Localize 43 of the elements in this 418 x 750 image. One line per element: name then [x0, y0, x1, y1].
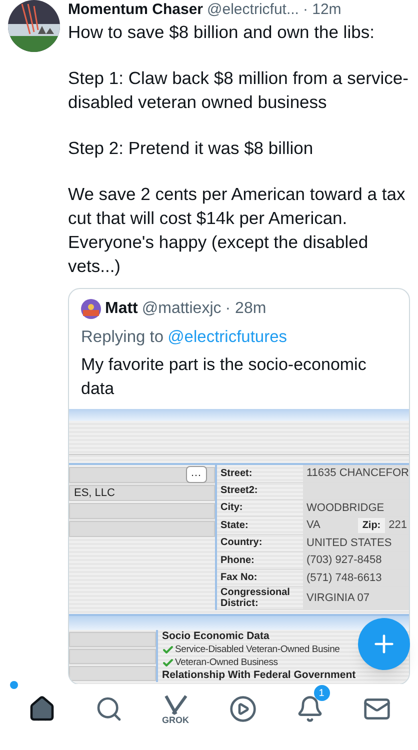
quote-handle: @mattiexjc [142, 299, 222, 319]
replying-label: Replying to [81, 327, 164, 348]
field-value: (571) 748-6613 [306, 570, 383, 586]
field-label: Zip: [358, 518, 385, 533]
field-label: State: [220, 520, 250, 531]
field-value: WOODBRIDGE [306, 500, 386, 516]
field-value: UNITED STATES [306, 536, 393, 550]
field-value: VA [306, 518, 322, 533]
post-text: We save 2 cents per American toward a tax cut that will cost $14k per American. Everyone's happy (except the disabled vets...) [68, 183, 406, 278]
check-icon [162, 644, 174, 656]
field-value: VIRGINIA 07 [306, 590, 370, 606]
field-label: Street2: [220, 485, 259, 496]
quote-text: My favorite part is the socio-economic data [81, 354, 368, 400]
field-value: 11635 CHANCEFOR [306, 466, 409, 481]
post-text: Step 2: Pretend it was $8 billion [68, 137, 314, 160]
nav-tab[interactable]: GROK [152, 685, 200, 733]
checked-item: Service-Disabled Veteran-Owned Busine [175, 643, 340, 656]
quote-author: Matt [105, 299, 138, 319]
quote-card[interactable] [68, 288, 410, 685]
section-heading: Socio Economic Data [162, 630, 270, 643]
post-text: Step 1: Claw back $8 million from a service-disabled veteran owned business [68, 67, 410, 114]
field-label: Fax No: [220, 572, 258, 584]
field-value: (703) 927-8458 [306, 553, 383, 568]
nav-label: GROK [162, 716, 189, 724]
avatar-icon [81, 299, 101, 319]
field-label: Street: [220, 468, 254, 479]
post-time: · 12m [302, 0, 342, 20]
field-label: Congressional District: [220, 587, 291, 609]
quote-time: · 28m [225, 299, 266, 319]
field-label: City: [220, 502, 244, 514]
notification-badge: 1 [314, 685, 330, 701]
more-button[interactable]: … [186, 466, 206, 483]
field-label: Phone: [220, 554, 256, 566]
form-field: ES, LLC [69, 485, 214, 501]
author-name[interactable]: Momentum Chaser [68, 0, 204, 20]
post-text: How to save $8 billion and own the libs: [68, 21, 376, 44]
field-value: 221 [388, 518, 408, 533]
field-label: Country: [220, 537, 264, 548]
avatar-icon[interactable] [8, 0, 60, 52]
section-heading: Relationship With Federal Government [162, 669, 357, 682]
author-handle[interactable]: @electricfut... [207, 0, 299, 20]
check-icon [162, 656, 174, 668]
checked-item: Veteran-Owned Business [175, 656, 278, 669]
